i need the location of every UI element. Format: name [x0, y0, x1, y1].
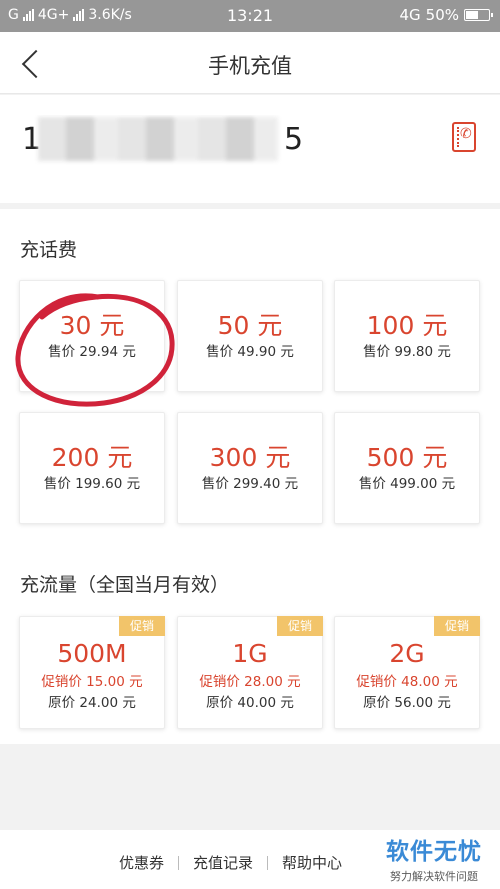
battery-icon: [464, 9, 493, 21]
card-price: 售价 99.80 元: [363, 344, 451, 360]
watermark: 软件无忧 努力解决软件问题: [386, 832, 482, 884]
card-amount: 30 元: [59, 311, 125, 340]
data-section-title: 充流量（全国当月有效）: [20, 574, 230, 596]
card-price: 售价 199.60 元: [43, 476, 141, 492]
watermark-title: 软件无忧: [386, 839, 482, 865]
bottom-bar: 优惠券 充值记录 帮助中心 软件无忧 努力解决软件问题: [0, 830, 500, 889]
data-section: 充流量（全国当月有效） 促销 500M 促销价 15.00 元 原价 24.00…: [0, 544, 500, 744]
card-promo-price: 促销价 48.00 元: [356, 674, 458, 690]
phone-last-digit: 5: [284, 122, 302, 157]
recharge-card-30[interactable]: 30 元 售价 29.94 元: [19, 280, 165, 392]
bottom-links: 优惠券 充值记录 帮助中心: [105, 852, 356, 873]
recharge-card-300[interactable]: 300 元 售价 299.40 元: [177, 412, 323, 524]
card-original-price: 原价 56.00 元: [363, 695, 451, 711]
net-type-label: 4G: [399, 6, 421, 24]
contacts-book-icon[interactable]: [452, 122, 476, 152]
coupons-link[interactable]: 优惠券: [105, 852, 178, 873]
recharge-card-500[interactable]: 500 元 售价 499.00 元: [334, 412, 480, 524]
talk-time-section: 充话费 30 元 售价 29.94 元 50 元 售价 49.90 元 100 …: [0, 209, 500, 544]
card-price: 售价 299.40 元: [201, 476, 299, 492]
recharge-card-50[interactable]: 50 元 售价 49.90 元: [177, 280, 323, 392]
card-price: 售价 499.00 元: [358, 476, 456, 492]
data-card-500m[interactable]: 促销 500M 促销价 15.00 元 原价 24.00 元: [19, 616, 165, 729]
data-card-2g[interactable]: 促销 2G 促销价 48.00 元 原价 56.00 元: [334, 616, 480, 729]
promo-badge: 促销: [119, 616, 165, 636]
header: 手机充值: [0, 32, 500, 94]
data-card-1g[interactable]: 促销 1G 促销价 28.00 元 原价 40.00 元: [177, 616, 323, 729]
card-amount: 200 元: [51, 443, 133, 472]
recharge-card-200[interactable]: 200 元 售价 199.60 元: [19, 412, 165, 524]
phone-number-input[interactable]: 1 5: [22, 115, 302, 165]
recharge-records-link[interactable]: 充值记录: [179, 852, 267, 873]
card-original-price: 原价 40.00 元: [206, 695, 294, 711]
help-center-link[interactable]: 帮助中心: [268, 852, 356, 873]
card-amount: 100 元: [366, 311, 448, 340]
talk-section-title: 充话费: [20, 239, 78, 261]
card-original-price: 原价 24.00 元: [48, 695, 136, 711]
card-promo-price: 促销价 15.00 元: [41, 674, 143, 690]
battery-percent: 50%: [425, 6, 459, 24]
card-promo-price: 促销价 28.00 元: [199, 674, 301, 690]
card-price: 售价 49.90 元: [206, 344, 294, 360]
card-amount: 50 元: [217, 311, 283, 340]
recharge-card-100[interactable]: 100 元 售价 99.80 元: [334, 280, 480, 392]
card-price: 售价 29.94 元: [48, 344, 136, 360]
card-amount: 500 元: [366, 443, 448, 472]
promo-badge: 促销: [434, 616, 480, 636]
page-title: 手机充值: [208, 54, 292, 78]
phone-number-row: 1 5: [0, 95, 500, 203]
promo-badge: 促销: [277, 616, 323, 636]
card-amount: 2G: [389, 639, 425, 668]
status-right: 4G 50%: [399, 6, 493, 24]
card-amount: 500M: [57, 639, 127, 668]
back-arrow-icon[interactable]: [18, 46, 48, 80]
card-amount: 1G: [232, 639, 268, 668]
status-bar: G 4G+ 3.6K/s 13:21 4G 50%: [0, 0, 500, 32]
card-amount: 300 元: [209, 443, 291, 472]
masked-digits: [38, 117, 278, 161]
watermark-subtitle: 努力解决软件问题: [390, 870, 478, 883]
